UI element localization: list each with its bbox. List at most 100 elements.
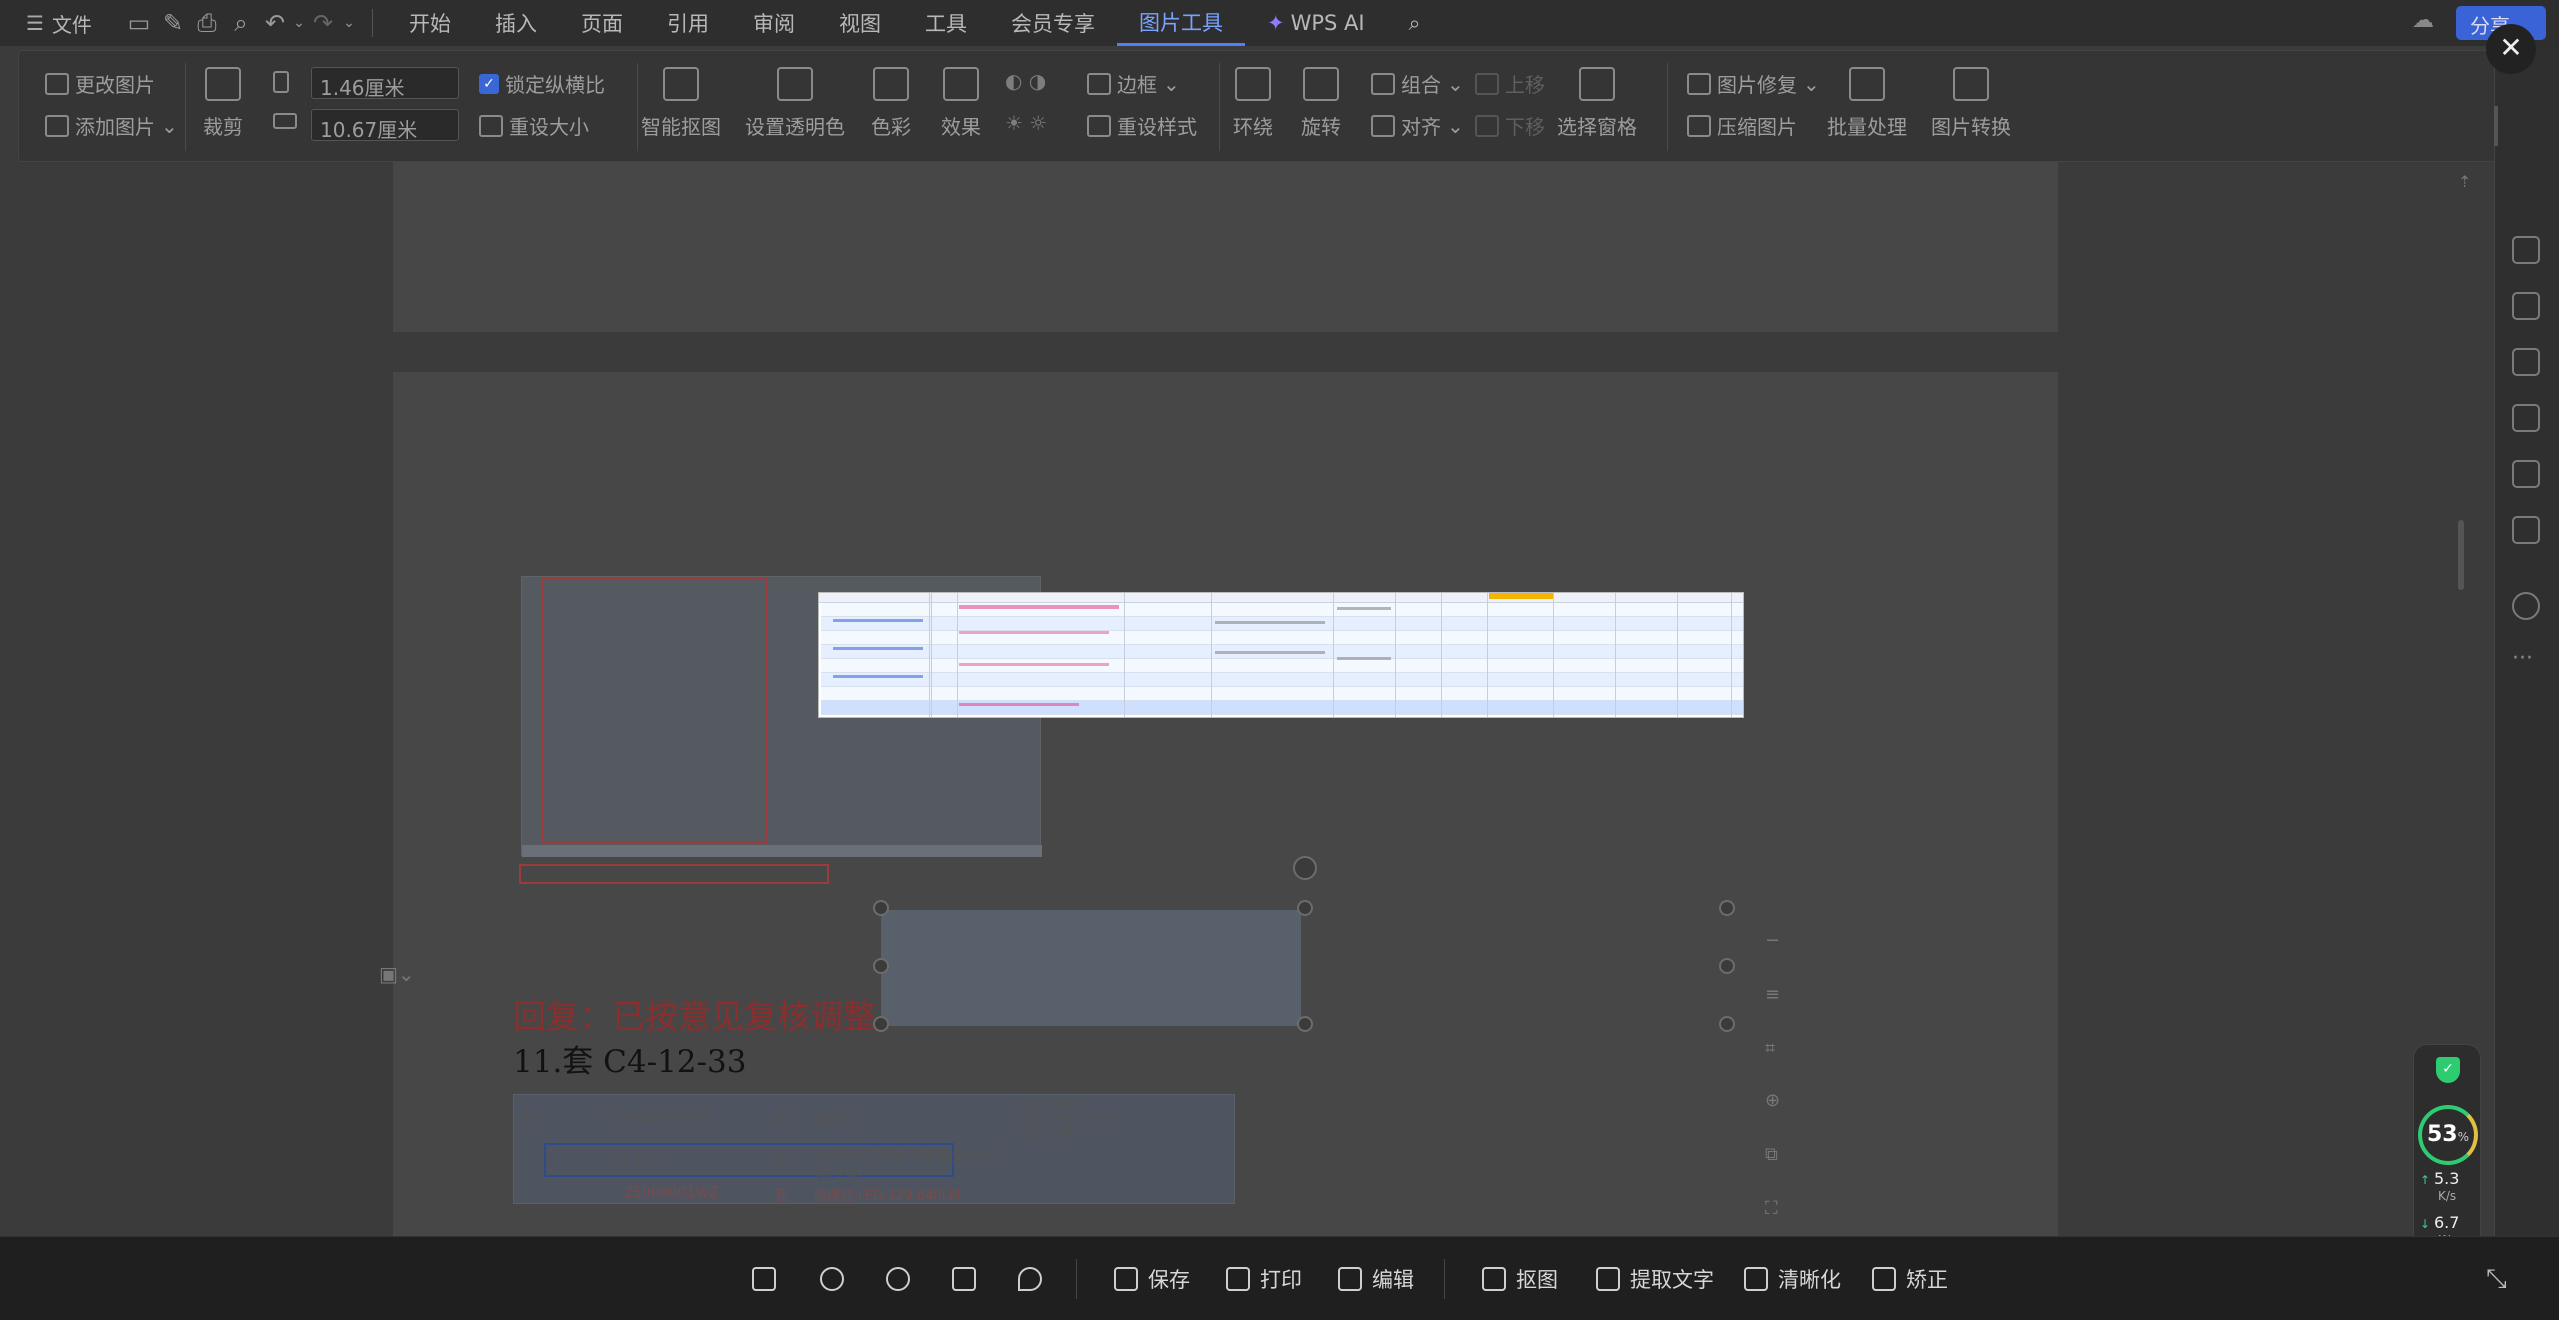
undo-dropdown-icon[interactable]: ⌄: [292, 6, 306, 40]
zoom-in-button[interactable]: [820, 1237, 844, 1320]
reset-size-button[interactable]: 重设大小: [479, 111, 589, 140]
wrap-button[interactable]: 环绕: [1233, 67, 1273, 140]
compress-image-icon: [1687, 114, 1711, 137]
zoom-out-button[interactable]: [886, 1237, 910, 1320]
group-button[interactable]: 组合 ⌄: [1371, 69, 1464, 98]
zoom-float-icon[interactable]: ⊕: [1765, 1074, 1789, 1128]
upload-arrow-icon: ↑: [2420, 1173, 2431, 1187]
save-button[interactable]: 保存: [1114, 1237, 1190, 1320]
print-button[interactable]: 打印: [1226, 1237, 1302, 1320]
height-input[interactable]: 1.46厘米: [311, 67, 459, 100]
print-icon: [1226, 1267, 1250, 1291]
performance-widget[interactable]: ✓ 53% ↑ 5.3 K/s ↓ 6.7 K/s: [2413, 1044, 2481, 1266]
contrast-icon[interactable]: ☀ ☼: [1005, 111, 1047, 135]
more-icon[interactable]: ···: [2512, 646, 2533, 671]
tools-icon[interactable]: [2512, 460, 2540, 488]
scroll-top-icon[interactable]: ⇡: [2458, 172, 2471, 191]
effects-button[interactable]: 效果: [941, 67, 981, 140]
rotate-icon: [1303, 67, 1339, 101]
cutout-button[interactable]: 抠图: [1482, 1237, 1558, 1320]
fit-float-icon[interactable]: ⛶: [1765, 1182, 1789, 1236]
add-image-button[interactable]: 添加图片 ⌄: [45, 111, 178, 140]
tab-reference[interactable]: 引用: [645, 8, 731, 38]
more-dropdown-icon[interactable]: ⌄: [340, 6, 358, 40]
resize-handle[interactable]: [1719, 958, 1735, 974]
image-convert-button[interactable]: 图片转换: [1931, 67, 2011, 140]
fit-screen-button[interactable]: [752, 1237, 776, 1320]
align-button[interactable]: 对齐 ⌄: [1371, 111, 1464, 140]
extract-text-button[interactable]: 提取文字: [1596, 1237, 1714, 1320]
vertical-scrollbar[interactable]: [2458, 520, 2464, 590]
compress-image-button[interactable]: 压缩图片: [1687, 111, 1797, 140]
search-icon[interactable]: ⌕: [1387, 11, 1443, 36]
usage-ring: 53%: [2418, 1105, 2478, 1165]
border-button[interactable]: 边框 ⌄: [1087, 69, 1180, 98]
help-icon[interactable]: [2512, 592, 2540, 620]
tab-start[interactable]: 开始: [387, 8, 473, 38]
rotate-button[interactable]: 旋转: [1301, 67, 1341, 140]
print-icon[interactable]: ⎙: [190, 6, 224, 40]
crop-button[interactable]: 裁剪: [203, 67, 243, 140]
brightness-icon[interactable]: ◐ ◑: [1005, 69, 1046, 93]
selected-image[interactable]: [881, 910, 1301, 1026]
color-button[interactable]: 色彩: [871, 67, 911, 140]
tab-member[interactable]: 会员专享: [989, 8, 1117, 38]
layout-icon[interactable]: ≡: [1765, 968, 1789, 1022]
resize-handle[interactable]: [1297, 900, 1313, 916]
correct-button[interactable]: 矫正: [1872, 1237, 1948, 1320]
preview-image[interactable]: [818, 592, 1744, 718]
resize-handle[interactable]: [1719, 900, 1735, 916]
undo-icon[interactable]: ↶: [258, 6, 292, 40]
selection-pane-button[interactable]: 选择窗格: [1557, 67, 1637, 140]
minus-icon[interactable]: −: [1765, 914, 1789, 968]
locate-button[interactable]: [1018, 1237, 1042, 1320]
image-edit-icon[interactable]: [2512, 404, 2540, 432]
tab-tools[interactable]: 工具: [903, 8, 989, 38]
grid-correct-icon: [1872, 1267, 1896, 1291]
tab-review[interactable]: 审阅: [731, 8, 817, 38]
tab-page[interactable]: 页面: [559, 8, 645, 38]
select-arrow-icon[interactable]: [2512, 292, 2540, 320]
reset-style-button[interactable]: 重设样式: [1087, 111, 1197, 140]
copy-float-icon[interactable]: ⧉: [1765, 1128, 1789, 1182]
resize-handle[interactable]: [1297, 1016, 1313, 1032]
settings-sliders-icon[interactable]: [2512, 348, 2540, 376]
resize-handle[interactable]: [873, 900, 889, 916]
divider: [1667, 63, 1668, 151]
tab-view[interactable]: 视图: [817, 8, 903, 38]
cloud-icon[interactable]: ☁: [2412, 8, 2434, 33]
file-menu[interactable]: ☰ 文件: [0, 9, 110, 38]
crop-float-icon[interactable]: ⌗: [1765, 1022, 1789, 1076]
resize-handle[interactable]: [873, 958, 889, 974]
rotate-handle-icon[interactable]: [1293, 856, 1317, 880]
scroll-indicator[interactable]: [2494, 106, 2498, 146]
shirt-icon[interactable]: [2512, 516, 2540, 544]
set-transparent-button[interactable]: 设置透明色: [745, 67, 845, 140]
redo-icon[interactable]: ↷: [306, 6, 340, 40]
close-button[interactable]: ✕: [2486, 24, 2536, 74]
send-backward-button[interactable]: 下移: [1475, 111, 1545, 140]
collapse-icon[interactable]: ⤡: [2486, 1237, 2507, 1320]
bring-forward-button[interactable]: 上移: [1475, 69, 1545, 98]
sheet-tabs: [522, 845, 1042, 857]
width-input[interactable]: 10.67厘米: [311, 109, 459, 142]
edit-button[interactable]: 编辑: [1338, 1237, 1414, 1320]
smart-cutout-button[interactable]: 智能抠图: [641, 67, 721, 140]
tab-insert[interactable]: 插入: [473, 8, 559, 38]
lock-ratio-checkbox[interactable]: ✓ 锁定纵横比: [479, 69, 605, 98]
pen-icon[interactable]: [2512, 236, 2540, 264]
batch-process-button[interactable]: 批量处理: [1827, 67, 1907, 140]
change-image-button[interactable]: 更改图片: [45, 69, 155, 98]
image-repair-button[interactable]: 图片修复 ⌄: [1687, 69, 1820, 98]
rotate-button[interactable]: [952, 1237, 976, 1320]
border-icon: [1087, 72, 1111, 95]
brush-icon[interactable]: ✎: [156, 6, 190, 40]
paragraph-marker-icon[interactable]: ▣⌄: [379, 962, 415, 986]
resize-handle[interactable]: [1719, 1016, 1735, 1032]
print-preview-icon[interactable]: ⌕: [224, 6, 258, 40]
tab-wps-ai[interactable]: ✦ WPS AI: [1245, 11, 1387, 35]
grid-line: [1615, 593, 1616, 717]
sharpen-button[interactable]: 清晰化: [1744, 1237, 1841, 1320]
tab-image-tools[interactable]: 图片工具: [1117, 0, 1245, 46]
save-doc-icon[interactable]: ▭: [122, 6, 156, 40]
